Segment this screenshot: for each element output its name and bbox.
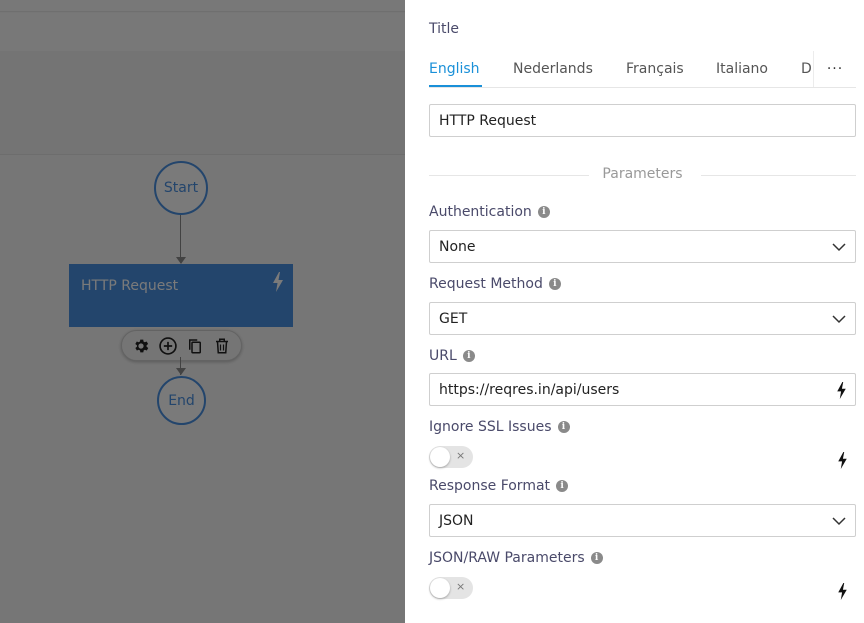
json-raw-label: JSON/RAW Parameters bbox=[429, 550, 585, 566]
tab-truncated[interactable]: D bbox=[801, 61, 812, 77]
parameters-section-header: Parameters bbox=[429, 166, 856, 184]
response-format-label: Response Format bbox=[429, 478, 551, 494]
node-action-toolbar bbox=[121, 330, 242, 361]
language-tabs: English Nederlands Français Italiano D ·… bbox=[429, 51, 856, 88]
lightning-icon[interactable] bbox=[835, 382, 848, 399]
divider bbox=[701, 175, 856, 176]
more-tabs-button[interactable]: ··· bbox=[813, 51, 856, 87]
settings-panel: Title English Nederlands Français Italia… bbox=[405, 0, 864, 623]
response-format-label-row: Response Format i bbox=[429, 478, 569, 494]
authentication-value: None bbox=[439, 238, 476, 255]
canvas-top-bar bbox=[0, 0, 405, 12]
ignore-ssl-toggle[interactable]: × bbox=[429, 446, 473, 468]
add-circle-icon[interactable] bbox=[157, 335, 179, 357]
toggle-knob bbox=[430, 447, 450, 467]
info-icon[interactable]: i bbox=[556, 480, 569, 492]
response-format-select[interactable]: JSON bbox=[429, 504, 856, 537]
trash-icon[interactable] bbox=[211, 335, 233, 357]
lightning-icon[interactable] bbox=[836, 583, 849, 600]
end-node-label: End bbox=[168, 392, 195, 409]
canvas-header-area bbox=[0, 51, 405, 155]
json-raw-label-row: JSON/RAW Parameters i bbox=[429, 550, 603, 566]
ignore-ssl-label: Ignore SSL Issues bbox=[429, 419, 552, 435]
http-request-node-label: HTTP Request bbox=[81, 278, 179, 294]
connector-arrow bbox=[176, 257, 186, 264]
chevron-down-icon bbox=[832, 243, 846, 252]
url-value: https://reqres.in/api/users bbox=[439, 381, 620, 398]
url-input[interactable]: https://reqres.in/api/users bbox=[429, 373, 856, 406]
authentication-label-row: Authentication i bbox=[429, 204, 550, 220]
info-icon[interactable]: i bbox=[537, 206, 550, 218]
response-format-value: JSON bbox=[439, 512, 474, 529]
title-input-value: HTTP Request bbox=[439, 112, 537, 129]
info-icon[interactable]: i bbox=[557, 421, 570, 433]
active-tab-indicator bbox=[429, 85, 482, 87]
workflow-canvas[interactable]: Start HTTP Request End bbox=[0, 0, 405, 623]
chevron-down-icon bbox=[832, 315, 846, 324]
request-method-value: GET bbox=[439, 310, 468, 327]
start-node[interactable]: Start bbox=[154, 161, 208, 215]
tab-english[interactable]: English bbox=[429, 61, 480, 77]
copy-icon[interactable] bbox=[184, 335, 206, 357]
lightning-icon bbox=[273, 272, 283, 292]
tab-overflow-clip: D bbox=[801, 51, 813, 87]
toggle-off-icon: × bbox=[456, 580, 466, 593]
connector-line bbox=[180, 215, 181, 263]
chevron-down-icon bbox=[832, 517, 846, 526]
request-method-select[interactable]: GET bbox=[429, 302, 856, 335]
ignore-ssl-label-row: Ignore SSL Issues i bbox=[429, 419, 570, 435]
toggle-knob bbox=[430, 578, 450, 598]
toggle-off-icon: × bbox=[456, 449, 466, 462]
title-input[interactable]: HTTP Request bbox=[429, 104, 856, 137]
tab-nederlands[interactable]: Nederlands bbox=[513, 61, 593, 77]
url-label-row: URL i bbox=[429, 348, 475, 364]
authentication-select[interactable]: None bbox=[429, 230, 856, 263]
info-icon[interactable]: i bbox=[548, 278, 561, 290]
request-method-label-row: Request Method i bbox=[429, 276, 561, 292]
gear-icon[interactable] bbox=[130, 335, 152, 357]
title-label: Title bbox=[429, 21, 460, 37]
lightning-icon[interactable] bbox=[836, 452, 849, 469]
info-icon[interactable]: i bbox=[462, 350, 475, 362]
authentication-label: Authentication bbox=[429, 204, 532, 220]
connector-arrow bbox=[176, 368, 186, 375]
http-request-node[interactable]: HTTP Request bbox=[69, 264, 293, 327]
tab-francais[interactable]: Français bbox=[626, 61, 684, 77]
request-method-label: Request Method bbox=[429, 276, 543, 292]
info-icon[interactable]: i bbox=[590, 552, 603, 564]
canvas-band bbox=[0, 13, 405, 51]
json-raw-toggle[interactable]: × bbox=[429, 577, 473, 599]
parameters-label: Parameters bbox=[602, 166, 683, 182]
tab-italiano[interactable]: Italiano bbox=[716, 61, 768, 77]
start-node-label: Start bbox=[163, 180, 199, 196]
end-node[interactable]: End bbox=[157, 376, 206, 425]
ellipsis-icon: ··· bbox=[826, 61, 844, 77]
url-label: URL bbox=[429, 348, 457, 364]
